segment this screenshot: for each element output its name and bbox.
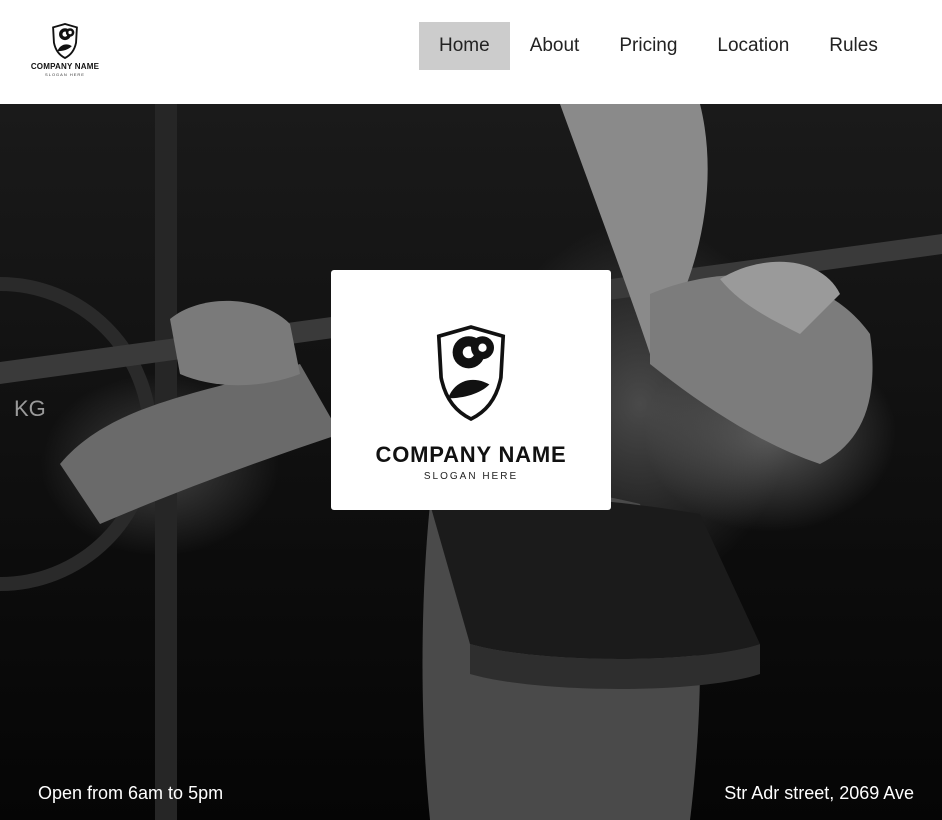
site-header: COMPANY NAME SLOGAN HERE Home About Pric… [0,0,942,104]
card-slogan: SLOGAN HERE [423,471,519,482]
header-logo-slogan: SLOGAN HERE [45,72,85,77]
nav-item-home[interactable]: Home [419,22,510,70]
nav-item-rules[interactable]: Rules [809,22,898,70]
header-logo-name: COMPANY NAME [30,62,100,71]
address-text: Str Adr street, 2069 Ave [724,783,914,803]
center-logo-card: COMPANY NAME SLOGAN HERE [331,270,611,510]
dumbbell-shield-icon [52,23,78,60]
header-logo[interactable]: COMPANY NAME SLOGAN HERE [24,22,106,86]
opening-hours-text: Open from 6am to 5pm [38,783,224,803]
hero-section: KG COMPANY NAME SLOGAN HERE Open from 6a… [0,104,942,820]
nav-item-about[interactable]: About [510,22,600,70]
nav-item-location[interactable]: Location [697,22,809,70]
plate-kg-label: KG [14,396,46,421]
main-nav: Home About Pricing Location Rules [419,22,898,70]
card-company-name: COMPANY NAME [375,442,567,467]
nav-item-pricing[interactable]: Pricing [599,22,697,70]
dumbbell-shield-icon [436,325,506,422]
